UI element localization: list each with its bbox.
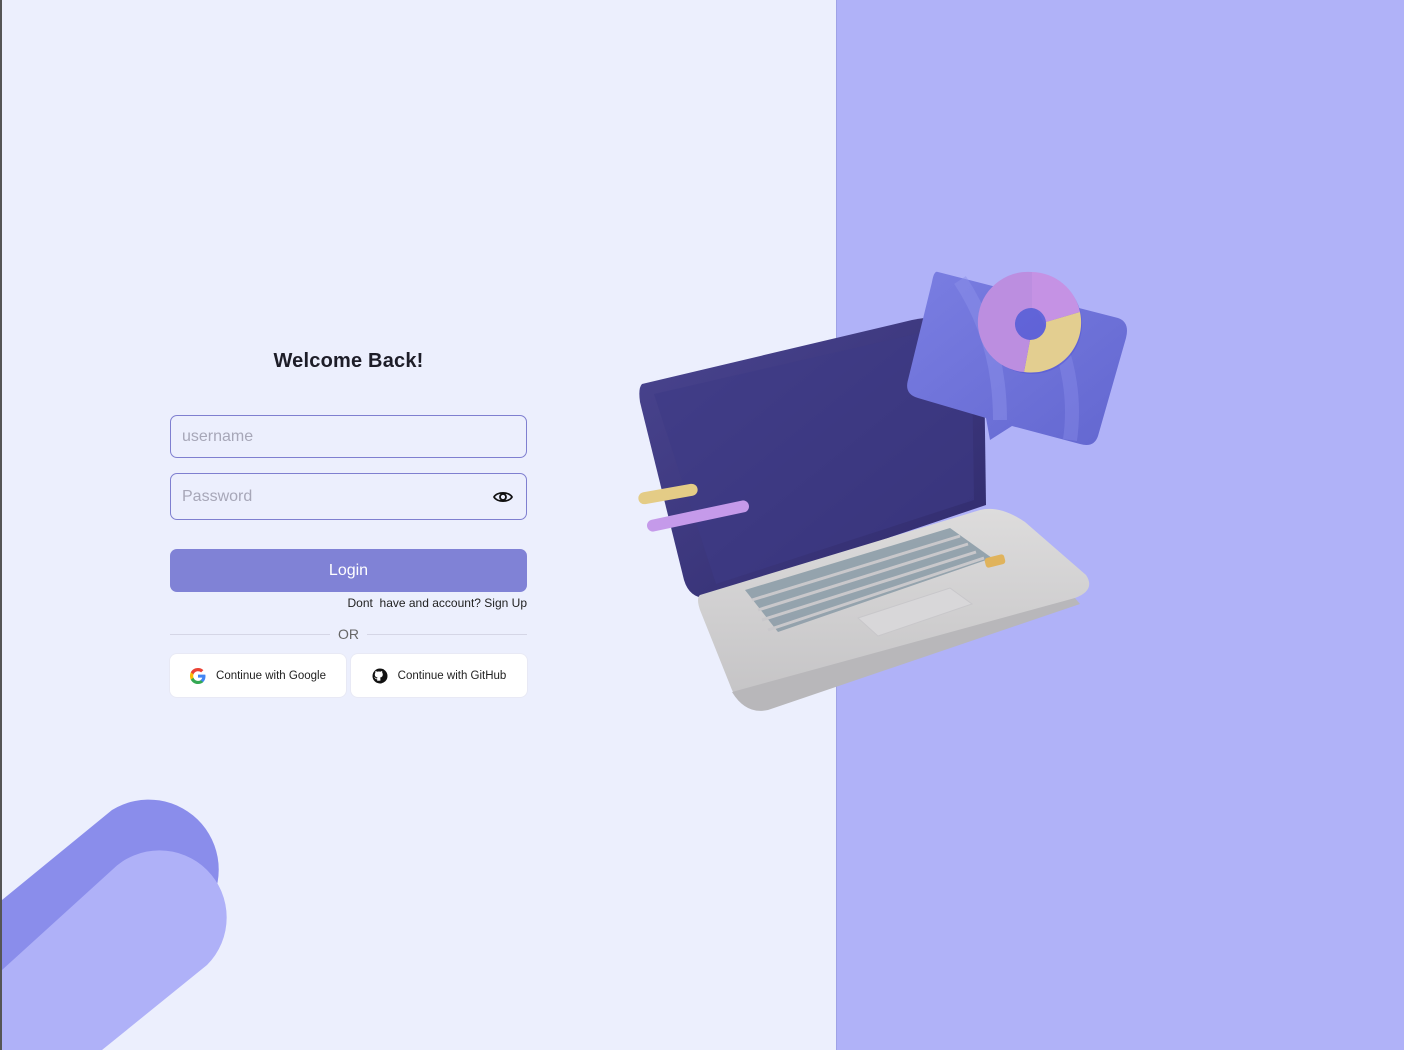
password-input[interactable] <box>171 474 526 519</box>
divider-line-right <box>367 633 527 635</box>
laptop-illustration <box>638 271 1127 711</box>
login-button[interactable]: Login <box>170 549 527 592</box>
username-field[interactable] <box>170 415 527 458</box>
google-login-button[interactable]: Continue with Google <box>170 654 346 697</box>
eye-icon[interactable] <box>492 486 514 508</box>
google-button-label: Continue with Google <box>216 669 326 682</box>
github-login-button[interactable]: Continue with GitHub <box>351 654 527 697</box>
google-icon <box>190 667 206 684</box>
or-label: OR <box>338 626 359 642</box>
divider-line-left <box>170 633 330 635</box>
github-icon <box>372 668 388 684</box>
signup-prompt: Dont have and account? Sign Up <box>170 596 527 610</box>
page-title: Welcome Back! <box>273 350 424 372</box>
github-button-label: Continue with GitHub <box>397 669 507 682</box>
or-divider: OR <box>170 624 527 644</box>
signup-prompt-text: Dont have and account? <box>347 596 481 610</box>
signup-link[interactable]: Sign Up <box>484 596 527 610</box>
password-field[interactable] <box>170 473 527 520</box>
decorative-shapes <box>2 799 227 1050</box>
username-input[interactable] <box>171 416 526 457</box>
